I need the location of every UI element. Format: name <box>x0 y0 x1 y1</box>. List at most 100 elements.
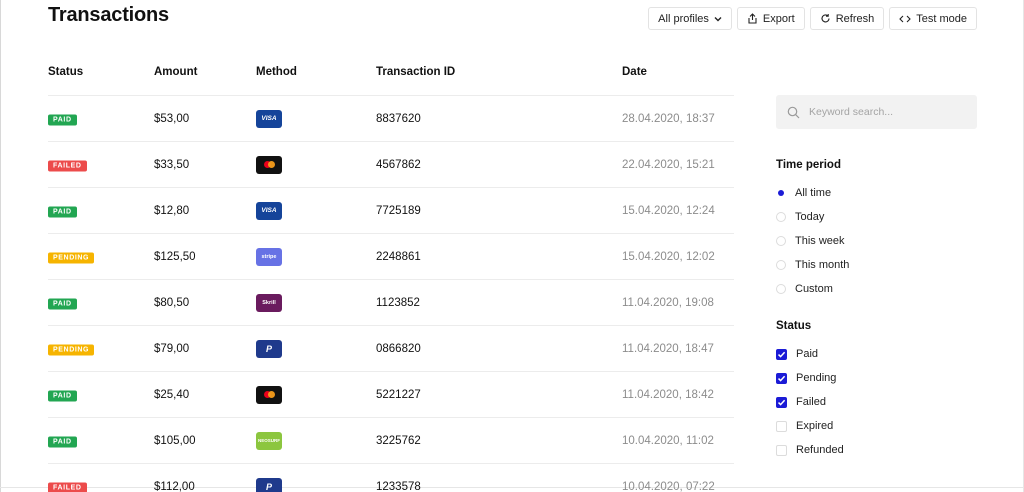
checkbox-refunded[interactable]: Refunded <box>776 444 844 456</box>
page-title: Transactions <box>48 4 169 26</box>
table-row[interactable]: FAILED $112,00 P 1233578 10.04.2020, 07:… <box>48 464 734 492</box>
visa-icon: VISA <box>256 109 282 128</box>
table-row[interactable]: PAID $105,00 NEOSURF 3225762 10.04.2020,… <box>48 418 734 464</box>
column-header-method[interactable]: Method <box>256 66 297 78</box>
checkbox-failed[interactable]: Failed <box>776 396 826 408</box>
export-button-label: Export <box>762 12 795 25</box>
test-mode-button-label: Test mode <box>916 12 967 25</box>
date-cell: 28.04.2020, 18:37 <box>622 112 715 125</box>
table-row[interactable]: FAILED $33,50 4567862 22.04.2020, 15:21 <box>48 142 734 188</box>
status-filter-title: Status <box>776 320 812 332</box>
profiles-dropdown-label: All profiles <box>658 12 709 25</box>
status-badge: PAID <box>48 114 77 125</box>
column-header-date[interactable]: Date <box>622 66 647 78</box>
table-row[interactable]: PAID $25,40 5221227 11.04.2020, 18:42 <box>48 372 734 418</box>
paypal-icon: P <box>256 339 282 358</box>
transaction-id-cell: 5221227 <box>376 388 421 401</box>
transaction-id-cell: 8837620 <box>376 112 421 125</box>
table-row[interactable]: PAID $12,80 VISA 7725189 15.04.2020, 12:… <box>48 188 734 234</box>
transaction-id-cell: 4567862 <box>376 158 421 171</box>
radio-this-week[interactable]: This week <box>776 235 845 247</box>
radio-icon <box>776 284 786 294</box>
amount-cell: $12,80 <box>154 204 190 217</box>
radio-icon <box>776 236 786 246</box>
date-cell: 11.04.2020, 19:08 <box>622 296 714 309</box>
refresh-icon <box>821 14 830 23</box>
mastercard-icon <box>256 385 282 404</box>
table-row[interactable]: PENDING $125,50 stripe 2248861 15.04.202… <box>48 234 734 280</box>
amount-cell: $79,00 <box>154 342 190 355</box>
transaction-id-cell: 2248861 <box>376 250 421 263</box>
date-cell: 15.04.2020, 12:02 <box>622 250 715 263</box>
table-header: Status Amount Method Transaction ID Date <box>48 66 734 96</box>
checkbox-label: Refunded <box>796 444 844 456</box>
search-icon <box>787 106 800 118</box>
keyword-search-input[interactable] <box>809 106 959 118</box>
radio-label: This week <box>795 235 845 247</box>
radio-icon <box>776 260 786 270</box>
status-badge: PAID <box>48 298 77 309</box>
code-icon <box>899 15 912 22</box>
search-box <box>776 95 977 129</box>
transaction-id-cell: 0866820 <box>376 342 421 355</box>
radio-icon <box>776 212 786 222</box>
status-badge: FAILED <box>48 482 87 492</box>
profiles-dropdown[interactable]: All profiles <box>648 7 732 30</box>
test-mode-button[interactable]: Test mode <box>889 7 977 30</box>
refresh-button[interactable]: Refresh <box>809 7 885 30</box>
amount-cell: $80,50 <box>154 296 190 309</box>
checkbox-expired[interactable]: Expired <box>776 420 833 432</box>
checkbox-icon <box>776 444 787 456</box>
checkbox-label: Failed <box>796 396 826 408</box>
date-cell: 11.04.2020, 18:42 <box>622 388 714 401</box>
column-header-amount[interactable]: Amount <box>154 66 197 78</box>
status-badge: FAILED <box>48 160 87 171</box>
table-row[interactable]: PENDING $79,00 P 0866820 11.04.2020, 18:… <box>48 326 734 372</box>
checkbox-label: Paid <box>796 348 819 360</box>
date-cell: 10.04.2020, 07:22 <box>622 480 715 492</box>
frame-left-border <box>0 0 1 492</box>
radio-label: Custom <box>795 283 833 295</box>
amount-cell: $33,50 <box>154 158 190 171</box>
radio-this-month[interactable]: This month <box>776 259 849 271</box>
chevron-down-icon <box>714 16 722 21</box>
amount-cell: $125,50 <box>154 250 196 263</box>
checkbox-paid[interactable]: Paid <box>776 348 818 360</box>
checkbox-label: Pending <box>796 372 837 384</box>
export-icon <box>748 13 757 24</box>
amount-cell: $112,00 <box>154 480 195 492</box>
transaction-id-cell: 3225762 <box>376 434 421 447</box>
radio-today[interactable]: Today <box>776 211 824 223</box>
checkbox-checked-icon <box>776 372 787 384</box>
transaction-id-cell: 1233578 <box>376 480 421 492</box>
checkbox-pending[interactable]: Pending <box>776 372 836 384</box>
mastercard-icon <box>256 155 282 174</box>
radio-custom[interactable]: Custom <box>776 283 833 295</box>
amount-cell: $25,40 <box>154 388 190 401</box>
column-header-status[interactable]: Status <box>48 66 83 78</box>
transaction-id-cell: 1123852 <box>376 296 420 309</box>
table-row[interactable]: PAID $53,00 VISA 8837620 28.04.2020, 18:… <box>48 96 734 142</box>
status-badge: PAID <box>48 436 77 447</box>
stripe-icon: stripe <box>256 247 282 266</box>
transaction-id-cell: 7725189 <box>376 204 421 217</box>
status-badge: PAID <box>48 390 77 401</box>
date-cell: 22.04.2020, 15:21 <box>622 158 715 171</box>
table-row[interactable]: PAID $80,50 Skrill 1123852 11.04.2020, 1… <box>48 280 734 326</box>
visa-icon: VISA <box>256 201 282 220</box>
export-button[interactable]: Export <box>736 7 805 30</box>
filter-sidebar: Time period All time Today This week Thi… <box>776 95 977 456</box>
radio-label: Today <box>795 211 825 223</box>
neosurf-icon: NEOSURF <box>256 431 282 450</box>
column-header-transaction-id[interactable]: Transaction ID <box>376 66 455 78</box>
radio-selected-icon <box>776 188 786 198</box>
time-period-title: Time period <box>776 159 841 171</box>
amount-cell: $105,00 <box>154 434 196 447</box>
status-badge: PAID <box>48 206 77 217</box>
radio-all-time[interactable]: All time <box>776 187 831 199</box>
date-cell: 11.04.2020, 18:47 <box>622 342 714 355</box>
paypal-icon: P <box>256 477 282 492</box>
checkbox-icon <box>776 420 787 432</box>
toolbar: All profiles Export Refresh Test mode <box>648 7 977 30</box>
refresh-button-label: Refresh <box>835 12 875 25</box>
